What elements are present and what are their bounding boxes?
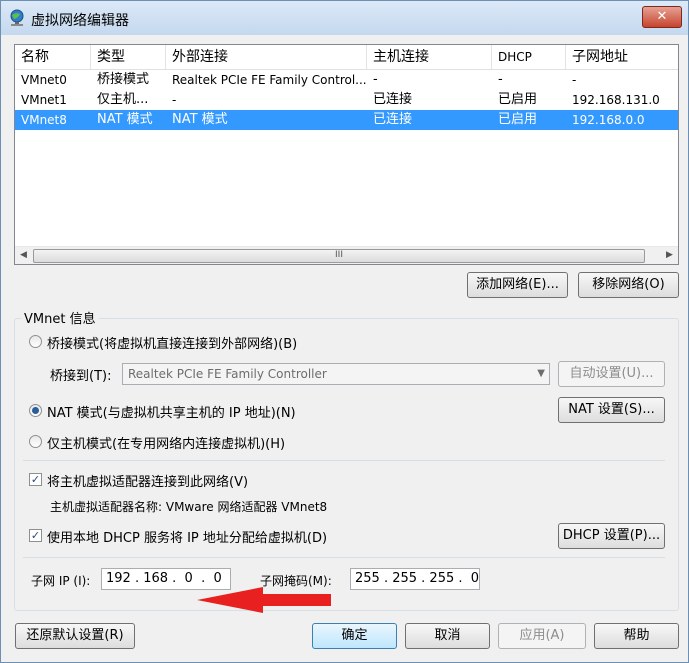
bridge-adapter-select[interactable]: Realtek PCIe FE Family Controller ▼	[122, 363, 550, 385]
help-button[interactable]: 帮助	[594, 623, 679, 649]
column-header-subnet[interactable]: 子网地址	[566, 45, 678, 69]
list-header: 名称 类型 外部连接 主机连接 DHCP 子网地址	[15, 45, 678, 70]
scroll-right-icon[interactable]: ▶	[661, 247, 678, 264]
dhcp-settings-button[interactable]: DHCP 设置(P)...	[558, 523, 665, 549]
table-row[interactable]: VMnet1 仅主机... - 已连接 已启用 192.168.131.0	[15, 90, 678, 110]
subnet-ip-label: 子网 IP (I):	[31, 574, 91, 588]
table-row[interactable]: VMnet0 桥接模式 Realtek PCIe FE Family Contr…	[15, 70, 678, 90]
separator	[23, 460, 665, 461]
dhcp-label[interactable]: 使用本地 DHCP 服务将 IP 地址分配给虚拟机(D)	[47, 527, 327, 546]
cell-type: NAT 模式	[97, 112, 153, 127]
host-only-label[interactable]: 仅主机模式(在专用网络内连接虚拟机)(H)	[47, 433, 285, 452]
scroll-thumb[interactable]: III	[33, 249, 645, 263]
cell-subnet: 192.168.0.0	[572, 113, 645, 127]
cell-host: -	[373, 72, 378, 87]
dhcp-checkbox[interactable]: ✓	[29, 529, 42, 542]
cell-type: 仅主机...	[97, 92, 149, 107]
close-button[interactable]: ✕	[642, 6, 682, 28]
apply-button[interactable]: 应用(A)	[498, 623, 586, 649]
cell-subnet: 192.168.131.0	[572, 93, 660, 107]
column-header-name[interactable]: 名称	[15, 45, 91, 69]
title-bar: 虚拟网络编辑器 ✕	[1, 1, 688, 35]
cell-dhcp: -	[498, 72, 503, 87]
host-only-radio[interactable]	[29, 435, 42, 448]
cancel-button[interactable]: 取消	[405, 623, 490, 649]
window-title: 虚拟网络编辑器	[31, 13, 129, 29]
chevron-down-icon: ▼	[537, 368, 545, 379]
bridge-to-label: 桥接到(T):	[50, 369, 112, 384]
bridge-mode-label[interactable]: 桥接模式(将虚拟机直接连接到外部网络)(B)	[47, 333, 297, 352]
connect-adapter-checkbox[interactable]: ✓	[29, 473, 42, 486]
cell-external: -	[172, 93, 177, 107]
red-annotation-arrow-icon	[197, 587, 331, 613]
cell-external: NAT 模式	[172, 112, 228, 127]
cell-name: VMnet0	[21, 73, 67, 87]
cell-name: VMnet8	[21, 113, 67, 127]
table-row-selected[interactable]: VMnet8 NAT 模式 NAT 模式 已连接 已启用 192.168.0.0	[15, 110, 678, 130]
cell-external: Realtek PCIe FE Family Control...	[172, 73, 367, 87]
virtual-network-editor-window: 虚拟网络编辑器 ✕ 名称 类型 外部连接 主机连接 DHCP 子网地址 VMne…	[0, 0, 689, 663]
cell-host: 已连接	[373, 112, 413, 127]
column-header-type[interactable]: 类型	[91, 45, 166, 69]
network-list[interactable]: 名称 类型 外部连接 主机连接 DHCP 子网地址 VMnet0 桥接模式 Re…	[14, 44, 679, 265]
separator	[23, 557, 665, 558]
horizontal-scrollbar[interactable]: ◀ III ▶	[15, 246, 678, 264]
remove-network-button[interactable]: 移除网络(O)	[578, 272, 679, 298]
cell-subnet: -	[572, 73, 577, 87]
cell-type: 桥接模式	[97, 72, 150, 87]
auto-settings-button[interactable]: 自动设置(U)...	[558, 361, 665, 387]
connect-adapter-label[interactable]: 将主机虚拟适配器连接到此网络(V)	[47, 471, 248, 490]
column-header-host[interactable]: 主机连接	[367, 45, 492, 69]
nat-mode-label[interactable]: NAT 模式(与虚拟机共享主机的 IP 地址)(N)	[47, 402, 296, 421]
nat-mode-radio[interactable]	[29, 404, 42, 417]
cell-name: VMnet1	[21, 93, 67, 107]
subnet-mask-input[interactable]: 255 . 255 . 255 . 0	[350, 568, 480, 590]
scroll-left-icon[interactable]: ◀	[15, 247, 32, 264]
add-network-button[interactable]: 添加网络(E)...	[467, 272, 568, 298]
network-globe-icon	[10, 9, 24, 26]
cell-dhcp: 已启用	[498, 112, 538, 127]
cell-host: 已连接	[373, 92, 413, 107]
ok-button[interactable]: 确定	[312, 623, 397, 649]
vmnet-info-title: VMnet 信息	[21, 308, 99, 327]
column-header-dhcp[interactable]: DHCP	[492, 45, 566, 69]
nat-settings-button[interactable]: NAT 设置(S)...	[558, 397, 665, 423]
adapter-name-label: 主机虚拟适配器名称: VMware 网络适配器 VMnet8	[50, 500, 328, 514]
cell-dhcp: 已启用	[498, 92, 538, 107]
restore-defaults-button[interactable]: 还原默认设置(R)	[15, 623, 135, 649]
bridge-adapter-value: Realtek PCIe FE Family Controller	[128, 367, 327, 381]
column-header-external[interactable]: 外部连接	[166, 45, 367, 69]
bridge-mode-radio[interactable]	[29, 335, 42, 348]
